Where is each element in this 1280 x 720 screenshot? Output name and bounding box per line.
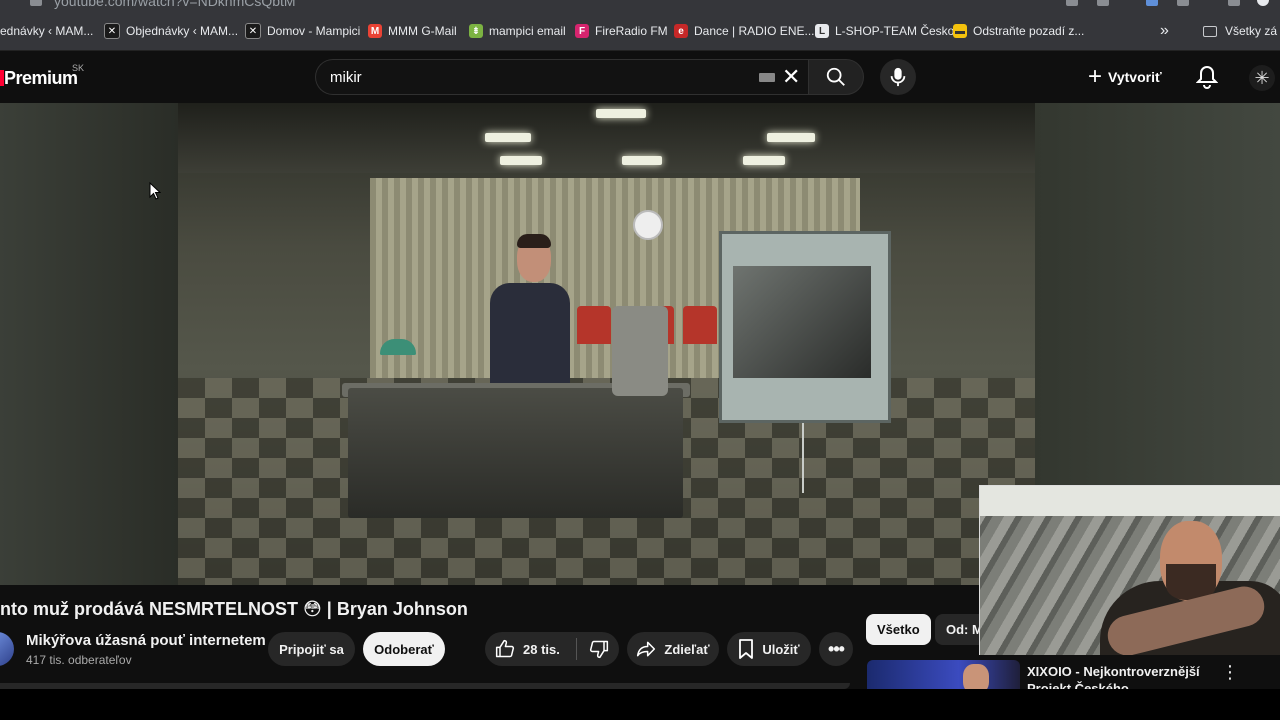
share-arrow-icon — [637, 641, 656, 657]
bookmarks-bar: ednávky ‹ MAM... ✕ Objednávky ‹ MAM... ✕… — [0, 12, 1280, 51]
bookmark-icon — [739, 639, 754, 659]
subscriber-count: 417 tis. odberateľov — [26, 653, 132, 667]
save-button[interactable]: Uložiť — [727, 632, 811, 666]
profile-icon[interactable] — [1257, 0, 1269, 6]
youtube-header: Premium SK mikir ✕ + Vytvoriť ✳ — [0, 51, 1280, 103]
gmail-icon: M — [368, 24, 382, 38]
like-count[interactable]: 28 tis. — [523, 642, 560, 657]
bookmark-item[interactable]: F FireRadio FM — [575, 12, 668, 50]
menu-dots-icon[interactable] — [1228, 0, 1240, 6]
bookmark-star-icon[interactable] — [1097, 0, 1109, 6]
youtube-premium-logo[interactable]: Premium — [0, 68, 78, 89]
channel-name[interactable]: Mikýřova úžasná pouť internetem — [26, 632, 266, 649]
create-button[interactable]: + Vytvoriť — [1088, 59, 1162, 95]
bookmark-item[interactable]: ednávky ‹ MAM... — [0, 12, 93, 50]
bookmark-item[interactable]: ⇟ mampici email — [469, 12, 566, 50]
folder-icon — [1203, 25, 1217, 37]
subscribe-button[interactable]: Odoberať — [363, 632, 445, 666]
bookmark-item[interactable]: e Dance | RADIO ENE... — [674, 12, 815, 50]
install-app-icon[interactable] — [1066, 0, 1078, 6]
share-button[interactable]: Zdieľať — [627, 632, 719, 666]
video-frame-scene — [0, 103, 178, 585]
keyboard-icon[interactable] — [759, 73, 775, 82]
clear-search-icon[interactable]: ✕ — [782, 65, 800, 89]
extension-icon[interactable] — [1146, 0, 1158, 6]
search-button[interactable] — [808, 59, 864, 95]
lshop-icon: L — [815, 24, 829, 38]
join-button[interactable]: Pripojiť sa — [268, 632, 355, 666]
filter-chip-all[interactable]: Všetko — [866, 614, 931, 645]
all-bookmarks-folder[interactable]: Všetky zá — [1203, 12, 1277, 50]
puzzle-icon: ✕ — [104, 23, 120, 39]
thumbs-down-icon[interactable] — [589, 639, 609, 659]
microphone-icon — [890, 67, 906, 87]
channel-avatar[interactable] — [0, 632, 14, 666]
bookmark-item[interactable]: ✕ Domov - Mampici — [245, 12, 360, 50]
bookmarks-overflow-chevron-icon[interactable]: » — [1160, 12, 1169, 50]
divider — [575, 638, 577, 660]
leaf-icon: ⇟ — [469, 24, 483, 38]
bell-icon — [1195, 65, 1219, 89]
search-input[interactable]: mikir — [330, 69, 362, 86]
logo-region-code: SK — [72, 63, 85, 73]
thumbs-up-icon[interactable] — [495, 639, 515, 659]
account-avatar[interactable]: ✳ — [1249, 65, 1275, 91]
more-actions-button[interactable]: ••• — [819, 632, 853, 666]
mouse-cursor-icon — [149, 182, 161, 200]
more-dots-icon: ••• — [828, 638, 845, 659]
fireradio-icon: F — [575, 24, 589, 38]
removebg-icon: ▬ — [953, 24, 967, 38]
webcam-overlay — [979, 485, 1280, 655]
puzzle-icon: ✕ — [245, 23, 261, 39]
site-info-icon[interactable] — [30, 0, 42, 6]
screen-bottom-edge — [0, 689, 1280, 720]
search-icon — [826, 67, 845, 86]
plus-icon: + — [1088, 63, 1103, 90]
browser-address-bar[interactable]: youtube.com/watch?v=NDkhmCsQbtM — [0, 0, 1280, 12]
bookmark-item[interactable]: L L-SHOP-TEAM Česko — [815, 12, 954, 50]
search-box[interactable]: mikir ✕ — [315, 59, 811, 95]
like-dislike-group: 28 tis. — [485, 632, 619, 666]
video-title: nto muž prodává NESMRTELNOST 😳 | Bryan J… — [0, 599, 468, 619]
energy-radio-icon: e — [674, 24, 688, 38]
bookmark-item[interactable]: ▬ Odstraňte pozadí z... — [953, 12, 1084, 50]
bookmark-item[interactable]: ✕ Objednávky ‹ MAM... — [104, 12, 238, 50]
recommendation-menu-icon[interactable]: ⋮ — [1221, 662, 1239, 682]
address-bar-url[interactable]: youtube.com/watch?v=NDkhmCsQbtM — [54, 0, 296, 9]
recommendation-title[interactable]: XIXOIO - Nejkontroverznější Projekt Česk… — [1027, 663, 1207, 691]
notifications-button[interactable] — [1195, 65, 1219, 94]
bookmark-item[interactable]: M MMM G-Mail — [368, 12, 457, 50]
voice-search-button[interactable] — [880, 59, 916, 95]
tab-search-icon[interactable] — [1177, 0, 1189, 6]
